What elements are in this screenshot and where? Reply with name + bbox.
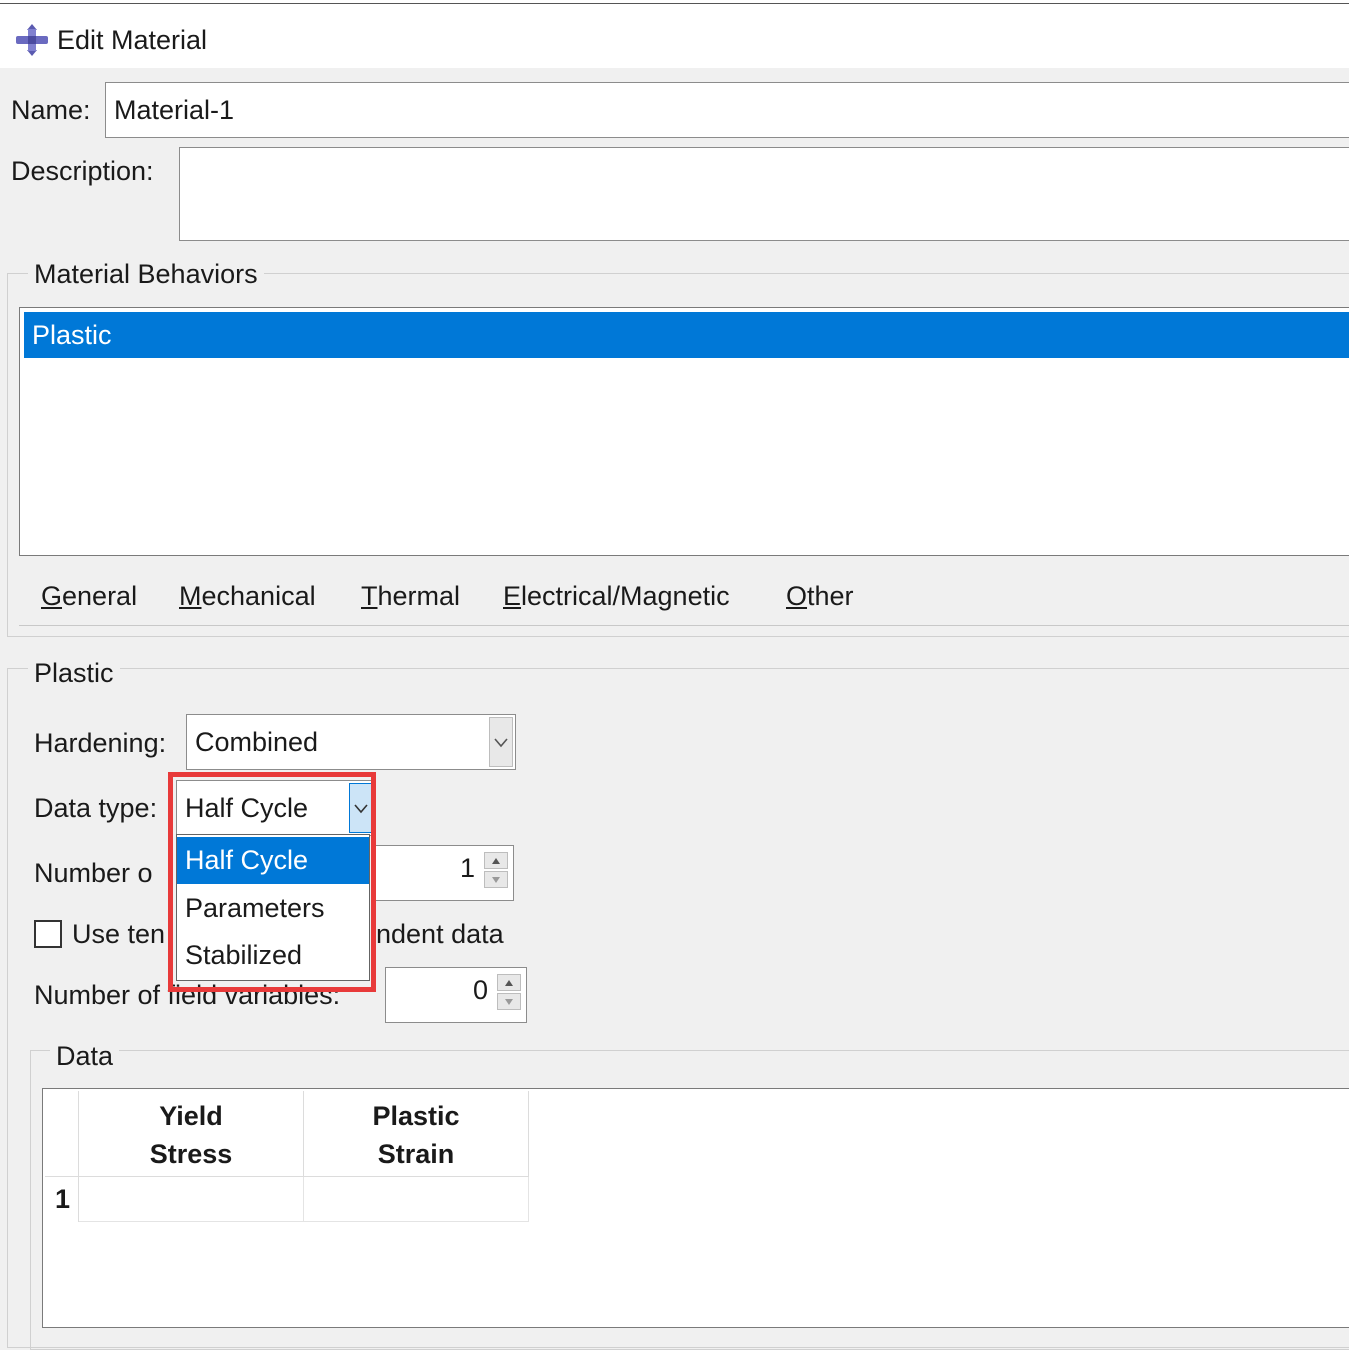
menu-electrical-mnemonic: E [503, 581, 522, 611]
menu-other[interactable]: Other [786, 580, 854, 612]
column-header-line1: Plastic [372, 1101, 460, 1131]
menu-electrical-label: lectrical/Magnetic [521, 581, 730, 611]
spin-up-button[interactable] [484, 852, 508, 869]
caret-down-icon [492, 877, 500, 883]
menu-mechanical-mnemonic: M [179, 581, 202, 611]
behavior-item-plastic[interactable]: Plastic [24, 312, 1349, 358]
plastic-group-title: Plastic [28, 657, 120, 689]
menu-mechanical-label: echanical [201, 581, 316, 611]
option-parameters[interactable]: Parameters [177, 885, 369, 932]
table-corner [45, 1091, 79, 1177]
dialog-title: Edit Material [57, 25, 208, 55]
use-temperature-label-right: ndent data [376, 919, 504, 949]
column-header-line1: Yield [159, 1101, 223, 1131]
name-label: Name: [11, 95, 91, 125]
option-half-cycle[interactable]: Half Cycle [177, 837, 369, 884]
column-header-line2: Strain [377, 1139, 455, 1169]
caret-up-icon [492, 858, 500, 864]
number-backstresses-spinbox[interactable]: 1 [372, 845, 514, 901]
hardening-dropdown-button[interactable] [489, 717, 513, 767]
field-variables-label: Number of field variables: [34, 980, 341, 1010]
dialog-titlebar: Edit Material [0, 4, 1349, 68]
chevron-down-icon [494, 738, 508, 748]
name-input[interactable]: Material-1 [105, 82, 1349, 138]
use-temperature-label-left: Use ten [72, 919, 166, 949]
row-header-1[interactable]: 1 [45, 1177, 79, 1222]
use-temperature-checkbox[interactable] [34, 920, 62, 948]
menu-general-label: eneral [62, 581, 138, 611]
menu-general[interactable]: General [41, 580, 137, 612]
column-header-plastic-strain[interactable]: Plastic Strain [304, 1091, 529, 1177]
cell-yield-stress[interactable] [79, 1177, 304, 1222]
menu-thermal-label: hermal [377, 581, 461, 611]
data-type-dropdown-list: Half Cycle Parameters Stabilized [176, 834, 370, 981]
caret-down-icon [505, 999, 513, 1005]
field-variables-value: 0 [472, 975, 488, 1005]
column-header-line2: Stress [149, 1139, 233, 1169]
data-group-title: Data [50, 1040, 120, 1072]
name-input-value: Material-1 [114, 95, 235, 125]
number-backstresses-value: 1 [459, 853, 475, 883]
spin-up-button[interactable] [497, 974, 521, 991]
menu-thermal-mnemonic: T [361, 581, 378, 611]
option-stabilized[interactable]: Stabilized [177, 932, 369, 979]
cell-plastic-strain[interactable] [304, 1177, 529, 1222]
hardening-label: Hardening: [34, 728, 167, 758]
spin-down-button[interactable] [484, 871, 508, 888]
chevron-down-icon [354, 804, 368, 814]
caret-up-icon [505, 980, 513, 986]
data-type-combobox[interactable]: Half Cycle [176, 780, 376, 836]
data-type-dropdown-button[interactable] [349, 783, 373, 833]
hardening-combobox[interactable]: Combined [186, 714, 516, 770]
data-table[interactable]: Yield Stress Plastic Strain 1 [42, 1088, 1349, 1328]
number-backstresses-label: Number o [34, 858, 153, 888]
behavior-menubar: General Mechanical Thermal Electrical/Ma… [19, 566, 1349, 626]
spin-down-button[interactable] [497, 993, 521, 1010]
description-label: Description: [11, 156, 154, 186]
menu-other-label: ther [807, 581, 854, 611]
menu-other-mnemonic: O [786, 581, 808, 611]
column-header-yield-stress[interactable]: Yield Stress [79, 1091, 304, 1177]
data-type-label: Data type: [34, 793, 158, 823]
menu-electrical-magnetic[interactable]: Electrical/Magnetic [503, 580, 730, 612]
hardening-value: Combined [195, 727, 319, 757]
data-type-value: Half Cycle [185, 793, 309, 823]
material-behaviors-title: Material Behaviors [28, 258, 264, 290]
field-variables-spinbox[interactable]: 0 [385, 967, 527, 1023]
menu-thermal[interactable]: Thermal [361, 580, 460, 612]
material-editor-icon [16, 24, 48, 56]
description-input[interactable] [179, 147, 1349, 241]
menu-mechanical[interactable]: Mechanical [179, 580, 316, 612]
material-behaviors-list[interactable]: Plastic [19, 307, 1349, 556]
menu-general-mnemonic: G [41, 581, 63, 611]
